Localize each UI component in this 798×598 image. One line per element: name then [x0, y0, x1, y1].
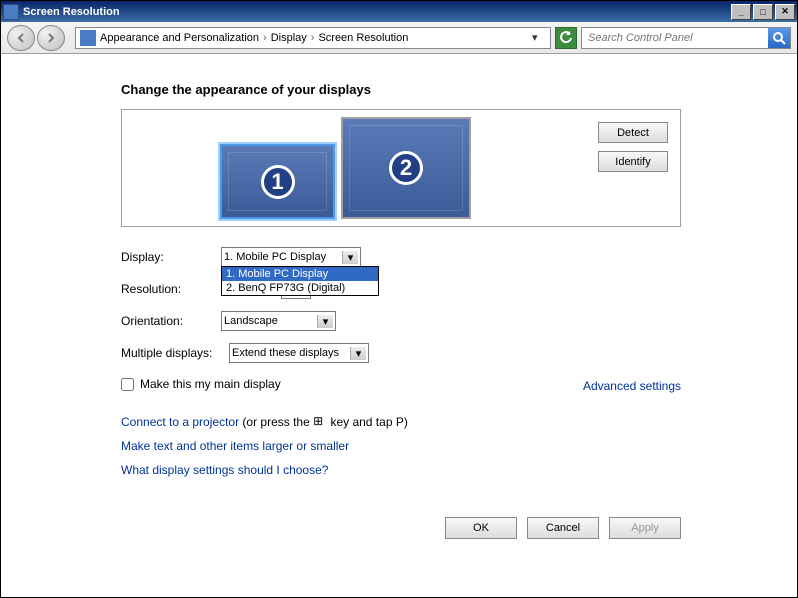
projector-link[interactable]: Connect to a projector	[121, 415, 239, 429]
cancel-button[interactable]: Cancel	[527, 517, 599, 539]
chevron-right-icon: ›	[263, 32, 267, 44]
refresh-button[interactable]	[555, 27, 577, 49]
projector-hint-text: (or press the	[239, 415, 313, 429]
window-title: Screen Resolution	[23, 6, 731, 18]
chevron-down-icon: ▾	[342, 251, 358, 264]
breadcrumb[interactable]: Appearance and Personalization › Display…	[75, 27, 551, 49]
advanced-settings-link[interactable]: Advanced settings	[583, 379, 681, 393]
orientation-value: Landscape	[224, 315, 278, 327]
display-combo[interactable]: 1. Mobile PC Display ▾ 1. Mobile PC Disp…	[221, 247, 361, 267]
chevron-down-icon[interactable]: ▾	[532, 31, 546, 44]
back-button[interactable]	[7, 25, 35, 51]
search-icon	[772, 31, 786, 45]
multiple-displays-value: Extend these displays	[232, 347, 339, 359]
chevron-down-icon: ▾	[317, 315, 333, 328]
projector-hint-text-2: key and tap P)	[327, 415, 408, 429]
search-input[interactable]	[582, 32, 768, 44]
breadcrumb-item[interactable]: Display	[271, 32, 307, 44]
display-option[interactable]: 2. BenQ FP73G (Digital)	[222, 281, 378, 295]
display-label: Display:	[121, 250, 221, 264]
search-box	[581, 27, 791, 49]
titlebar: Screen Resolution _ □ ✕	[1, 1, 797, 22]
monitor-2[interactable]: 2	[341, 117, 471, 219]
multiple-displays-combo[interactable]: Extend these displays ▾	[229, 343, 369, 363]
main-display-checkbox[interactable]	[121, 378, 134, 391]
multiple-displays-label: Multiple displays:	[121, 346, 229, 360]
refresh-icon	[559, 31, 573, 45]
detect-button[interactable]: Detect	[598, 122, 668, 143]
forward-button[interactable]	[37, 25, 65, 51]
search-button[interactable]	[768, 28, 790, 48]
forward-arrow-icon	[45, 32, 57, 44]
control-panel-icon	[80, 30, 96, 46]
chevron-down-icon: ▾	[350, 347, 366, 360]
monitor-number-badge: 1	[261, 165, 295, 199]
window-icon	[3, 4, 19, 20]
display-dropdown: 1. Mobile PC Display 2. BenQ FP73G (Digi…	[221, 266, 379, 296]
resolution-label: Resolution:	[121, 282, 221, 296]
breadcrumb-item[interactable]: Appearance and Personalization	[100, 32, 259, 44]
maximize-button[interactable]: □	[753, 4, 773, 20]
display-selected-value: 1. Mobile PC Display	[224, 251, 326, 263]
page-title: Change the appearance of your displays	[121, 82, 737, 97]
back-arrow-icon	[15, 32, 27, 44]
identify-button[interactable]: Identify	[598, 151, 668, 172]
orientation-label: Orientation:	[121, 314, 221, 328]
minimize-button[interactable]: _	[731, 4, 751, 20]
content: Change the appearance of your displays 1…	[1, 54, 797, 559]
apply-button[interactable]: Apply	[609, 517, 681, 539]
monitor-1[interactable]: 1	[220, 144, 335, 219]
main-display-label: Make this my main display	[140, 377, 281, 391]
chevron-right-icon: ›	[311, 32, 315, 44]
monitor-number-badge: 2	[389, 151, 423, 185]
breadcrumb-item[interactable]: Screen Resolution	[318, 32, 408, 44]
display-option[interactable]: 1. Mobile PC Display	[222, 267, 378, 281]
monitor-layout-box: 1 2 Detect Identify	[121, 109, 681, 227]
orientation-combo[interactable]: Landscape ▾	[221, 311, 336, 331]
text-size-link[interactable]: Make text and other items larger or smal…	[121, 439, 349, 453]
windows-key-icon	[313, 417, 327, 428]
ok-button[interactable]: OK	[445, 517, 517, 539]
toolbar: Appearance and Personalization › Display…	[1, 22, 797, 54]
close-button[interactable]: ✕	[775, 4, 795, 20]
help-link[interactable]: What display settings should I choose?	[121, 463, 328, 477]
